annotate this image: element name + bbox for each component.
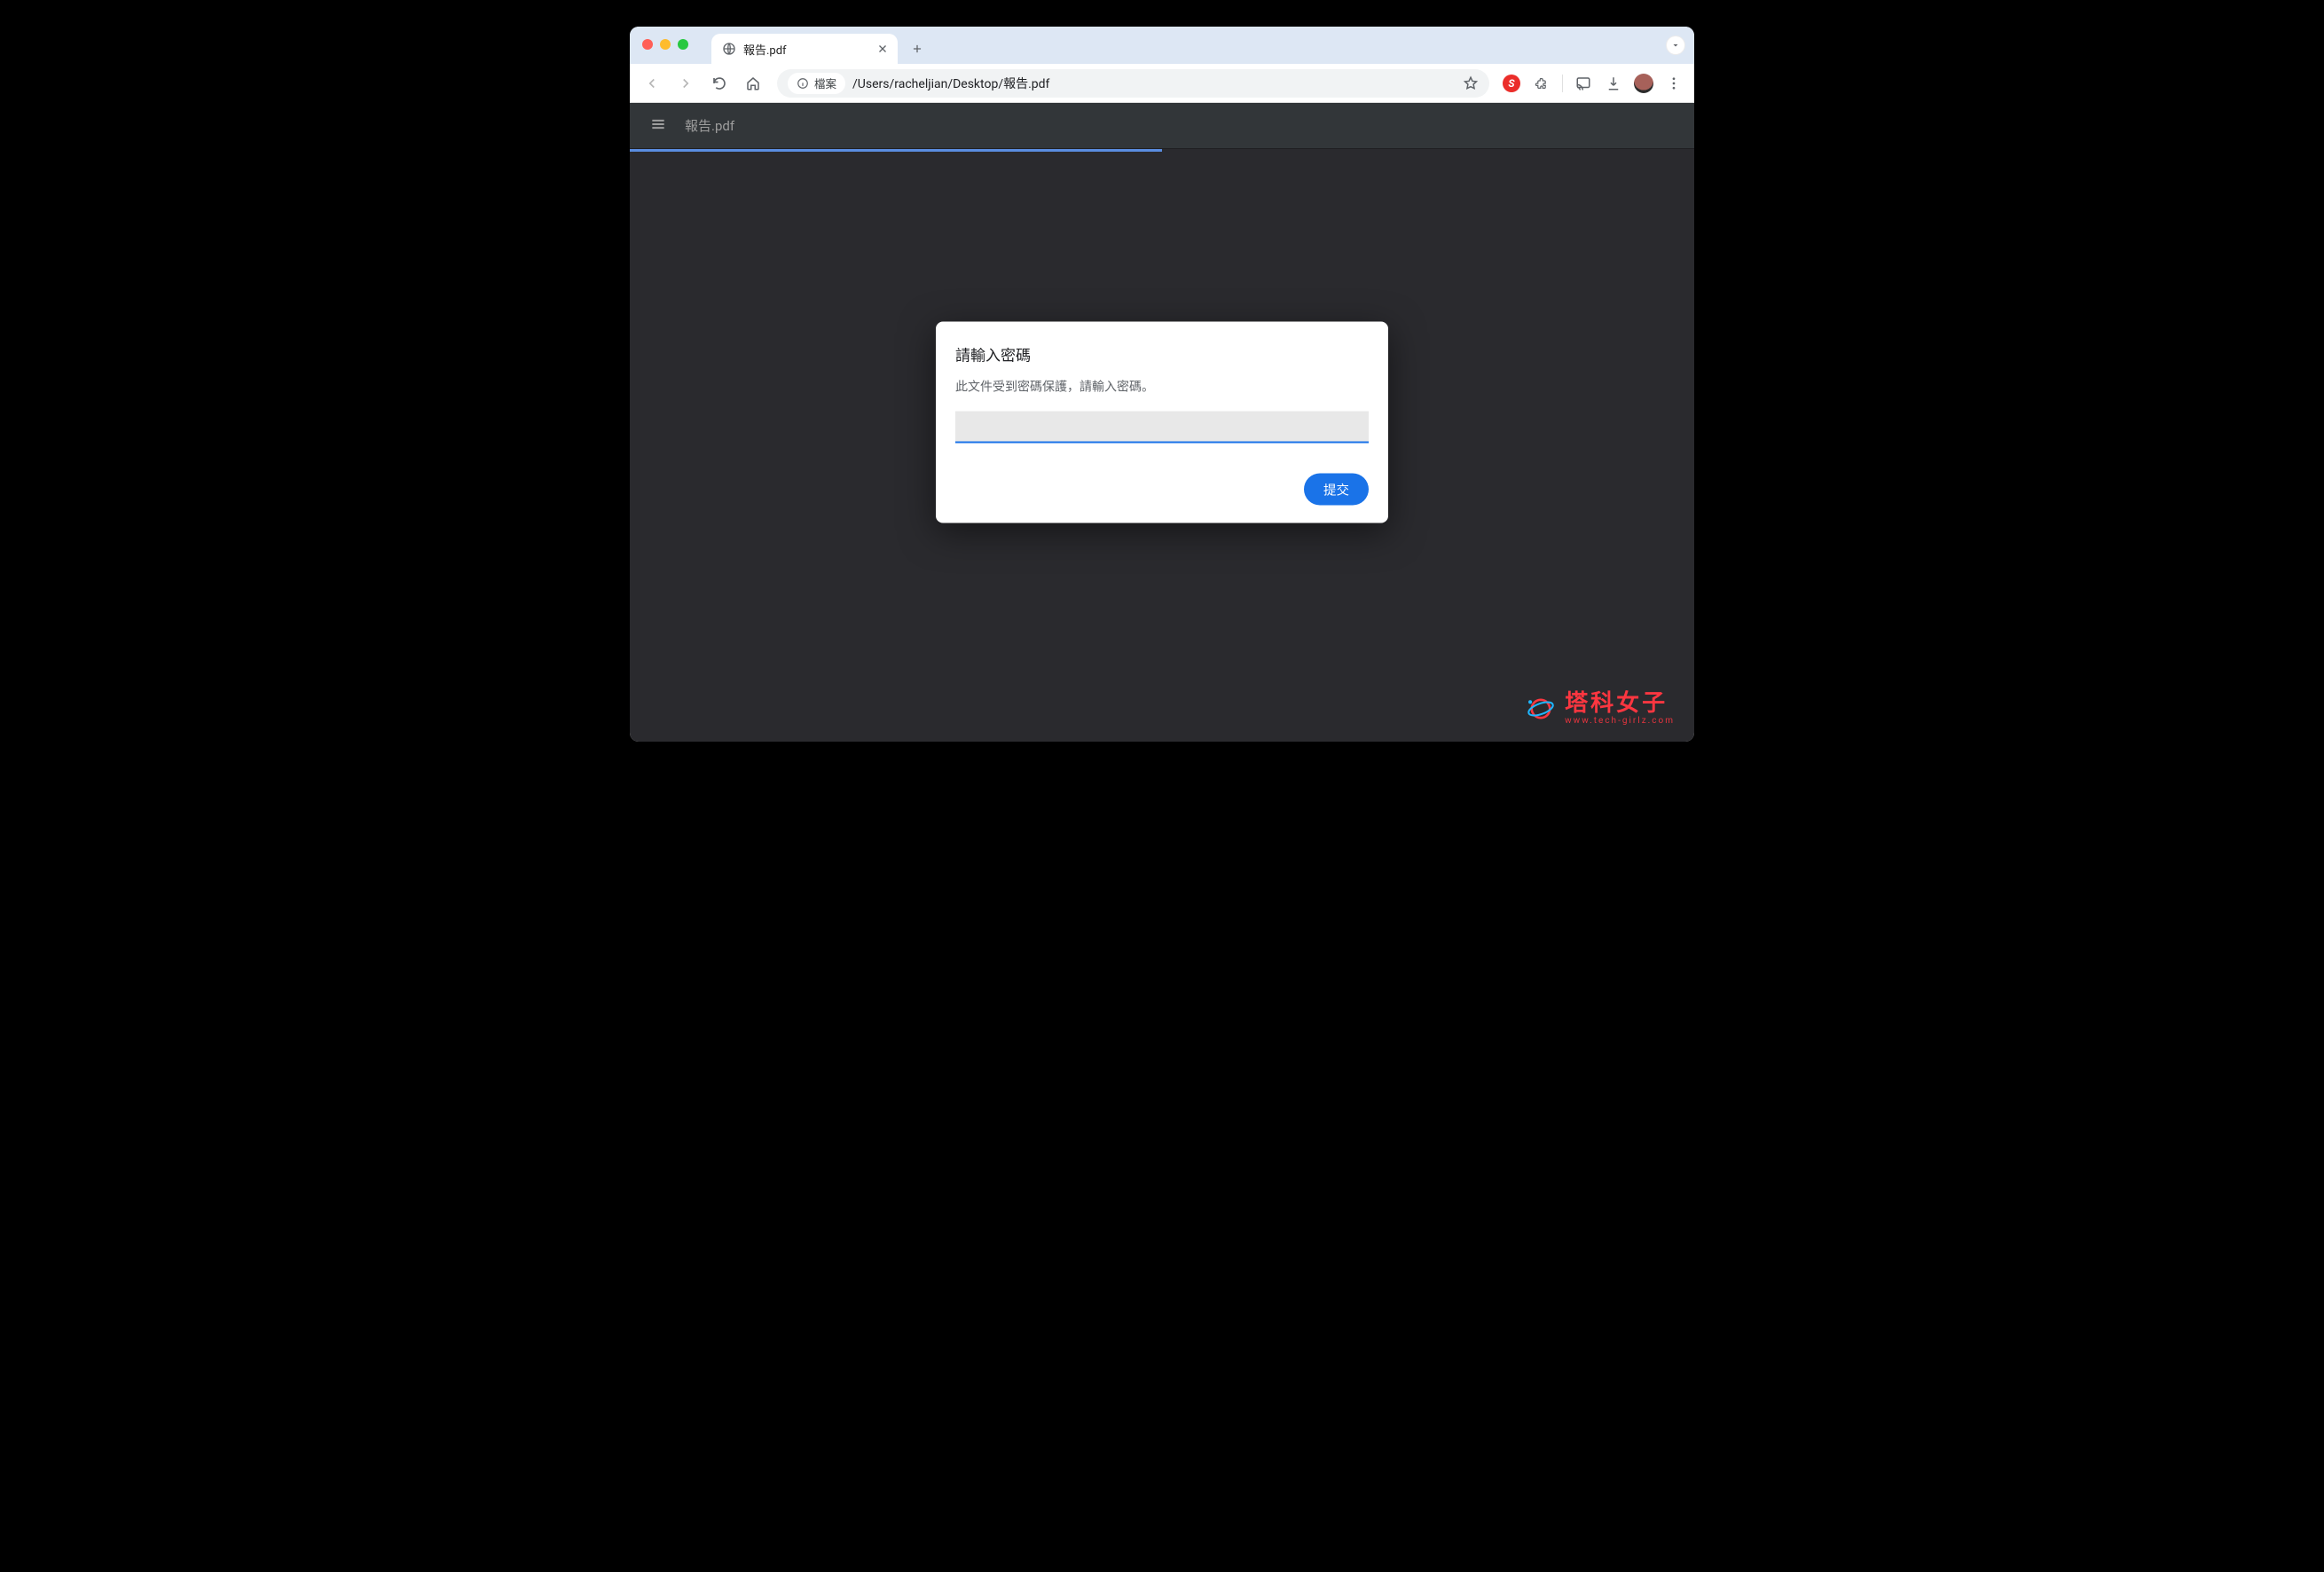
window-maximize-button[interactable] [678,39,688,50]
password-input[interactable] [955,412,1369,444]
browser-toolbar: 檔案 /Users/racheljian/Desktop/報告.pdf S [630,64,1694,103]
tab-search-button[interactable] [1666,35,1685,55]
close-tab-icon[interactable] [876,43,889,55]
avatar-icon [1634,74,1653,93]
profile-button[interactable] [1630,70,1657,97]
info-icon [797,77,809,90]
watermark: 塔科女子 www.tech-girlz.com [1526,692,1675,726]
file-origin-chip[interactable]: 檔案 [788,73,845,94]
home-button[interactable] [738,68,768,98]
file-origin-label: 檔案 [814,75,836,91]
watermark-text-cn: 塔科女子 [1565,692,1675,716]
tab-title: 報告.pdf [743,41,869,58]
watermark-logo-icon [1526,694,1556,724]
puzzle-icon [1534,75,1550,91]
watermark-text-en: www.tech-girlz.com [1565,717,1675,727]
extension-red-icon: S [1503,75,1520,92]
submit-button[interactable]: 提交 [1304,474,1369,506]
hamburger-icon [649,115,667,133]
kebab-icon [1666,75,1682,91]
download-icon [1606,75,1621,91]
pdf-menu-button[interactable] [649,115,667,137]
downloads-button[interactable] [1600,70,1627,97]
dialog-actions: 提交 [955,474,1369,506]
url-text: /Users/racheljian/Desktop/報告.pdf [852,75,1456,92]
new-tab-button[interactable] [905,36,930,61]
window-minimize-button[interactable] [660,39,671,50]
pdf-filename: 報告.pdf [685,116,734,135]
chrome-menu-button[interactable] [1661,70,1687,97]
window-controls [642,39,688,50]
password-dialog: 請輸入密碼 此文件受到密碼保護，請輸入密碼。 提交 [936,322,1388,523]
pdf-viewer: 報告.pdf 請輸入密碼 此文件受到密碼保護，請輸入密碼。 提交 塔科女子 ww… [630,103,1694,742]
extension-button-1[interactable]: S [1498,70,1525,97]
browser-window: 報告.pdf 檔案 /User [630,27,1694,742]
dialog-message: 此文件受到密碼保護，請輸入密碼。 [955,378,1369,396]
progress-bar-fill [630,149,1162,152]
pdf-load-progress [630,149,1694,152]
bookmark-star-icon[interactable] [1463,75,1479,91]
back-button[interactable] [637,68,667,98]
tab-strip: 報告.pdf [630,27,1694,64]
pdf-toolbar: 報告.pdf [630,103,1694,149]
cast-icon [1575,75,1591,91]
toolbar-separator [1562,75,1563,92]
forward-button[interactable] [671,68,701,98]
browser-tab[interactable]: 報告.pdf [711,34,898,64]
dialog-title: 請輸入密碼 [955,343,1369,365]
reload-button[interactable] [704,68,734,98]
cast-button[interactable] [1570,70,1597,97]
address-bar[interactable]: 檔案 /Users/racheljian/Desktop/報告.pdf [777,69,1489,98]
window-close-button[interactable] [642,39,653,50]
globe-icon [722,42,736,56]
extensions-button[interactable] [1528,70,1555,97]
